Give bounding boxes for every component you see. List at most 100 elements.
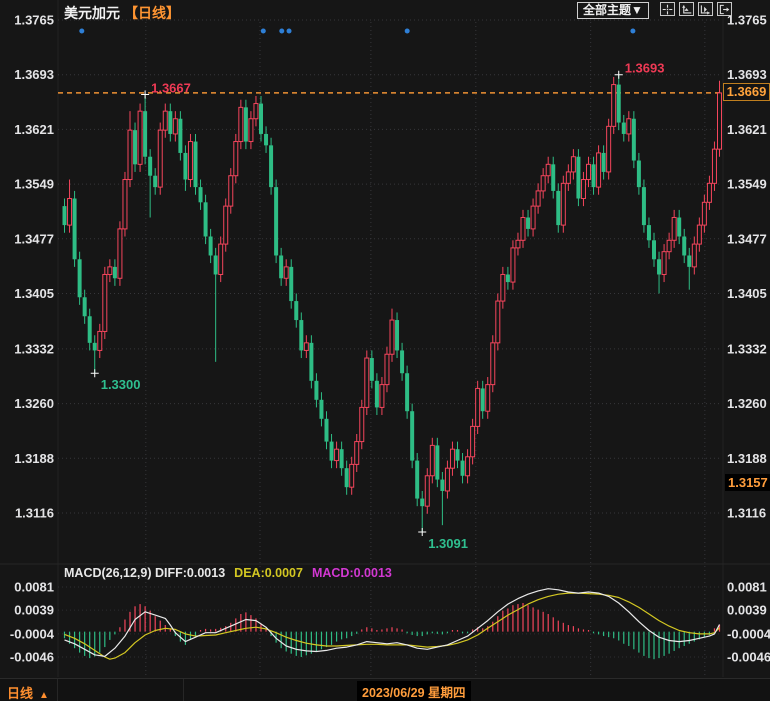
- trading-chart-app: 1.33001.36671.30911.36931.37651.37651.36…: [0, 0, 770, 701]
- candle-body: [289, 267, 293, 301]
- candle-body: [355, 442, 359, 465]
- candle-body: [667, 240, 671, 251]
- candle-body: [697, 225, 701, 244]
- axis-scale-left-button[interactable]: [679, 2, 694, 16]
- candle-body: [194, 142, 198, 188]
- axis-tick-label: -0.0004: [10, 626, 55, 641]
- symbol-title: 美元加元: [64, 5, 120, 21]
- candle-body: [511, 248, 515, 282]
- axis-scale-right-button[interactable]: [698, 2, 713, 16]
- candle-body: [561, 183, 565, 225]
- candle-body: [526, 218, 530, 229]
- timeframe-label: 日线: [7, 686, 33, 701]
- event-dot-icon: [287, 29, 292, 34]
- crosshair-move-button[interactable]: [660, 2, 675, 16]
- candle-body: [158, 130, 162, 187]
- candle-body: [365, 358, 369, 407]
- candle-body: [652, 240, 656, 259]
- candle-body: [224, 206, 228, 244]
- candle-body: [73, 199, 77, 260]
- low-marker-label: 1.3300: [101, 377, 141, 392]
- macd-indicator-header[interactable]: MACD(26,12,9) DIFF:0.0013DEA:0.0007MACD:…: [64, 566, 392, 580]
- event-dot-icon: [261, 29, 266, 34]
- candle-body: [486, 385, 490, 412]
- candle-body: [531, 206, 535, 229]
- candle-body: [385, 354, 389, 384]
- candle-body: [456, 449, 460, 460]
- candle-body: [123, 180, 127, 229]
- candle-body: [612, 85, 616, 127]
- axis-tick-label: 1.3549: [14, 177, 54, 192]
- candle-body: [148, 157, 152, 176]
- candle-body: [209, 236, 213, 255]
- axis-tick-label: -0.0046: [10, 650, 54, 665]
- candle-body: [319, 400, 323, 419]
- macd-dea-label: DEA:0.0007: [234, 566, 303, 580]
- candle-body: [642, 187, 646, 225]
- candle-body: [566, 172, 570, 183]
- candle-body: [415, 461, 419, 499]
- candle-body: [244, 107, 248, 141]
- candle-body: [466, 457, 470, 476]
- event-dot-icon: [405, 29, 410, 34]
- candle-body: [617, 85, 621, 123]
- timeframe-switcher[interactable]: 日线 ▲: [7, 683, 49, 701]
- last-price-badge: 1.3669: [723, 83, 770, 101]
- candle-body: [546, 164, 550, 175]
- candle-body: [249, 119, 253, 142]
- candle-body: [93, 343, 97, 351]
- candle-body: [476, 388, 480, 426]
- candle-body: [239, 107, 243, 141]
- macd-main-label: MACD(26,12,9) DIFF:0.0013: [64, 566, 225, 580]
- candle-body: [581, 180, 585, 199]
- candle-body: [178, 119, 182, 153]
- candle-body: [602, 153, 606, 172]
- axis-tick-label: 1.3188: [727, 451, 767, 466]
- candle-body: [375, 381, 379, 408]
- candle-body: [340, 449, 344, 468]
- event-dot-icon: [630, 29, 635, 34]
- axis-scale-left-icon: [681, 4, 692, 15]
- candle-body: [83, 297, 87, 316]
- candle-body: [471, 426, 475, 456]
- candle-body: [370, 358, 374, 381]
- theme-selector-dropdown[interactable]: 全部主题▼: [577, 2, 649, 19]
- candle-body: [587, 164, 591, 179]
- candle-body: [551, 164, 555, 191]
- candle-body: [335, 449, 339, 460]
- candle-body: [309, 343, 313, 381]
- candle-body: [556, 191, 560, 225]
- candle-body: [461, 461, 465, 476]
- event-dot-icon: [79, 29, 84, 34]
- axis-tick-label: -0.0046: [727, 650, 770, 665]
- timeframe-arrow-icon: ▲: [39, 690, 49, 701]
- candle-body: [536, 191, 540, 206]
- candle-body: [264, 134, 268, 145]
- crosshair-move-icon: [662, 4, 673, 15]
- pan-right-button[interactable]: [717, 2, 732, 16]
- candle-body: [128, 130, 132, 179]
- candle-body: [88, 316, 92, 343]
- crosshair-price-badge: 1.3157: [725, 474, 770, 491]
- candle-body: [712, 149, 716, 183]
- symbol-header: 美元加元【日线】: [64, 3, 180, 23]
- axis-tick-label: 1.3260: [14, 396, 54, 411]
- axis-tick-label: 1.3621: [727, 122, 767, 137]
- axis-scale-right-icon: [700, 4, 711, 15]
- high-marker-label: 1.3667: [151, 80, 191, 95]
- axis-tick-label: 1.3549: [727, 177, 767, 192]
- candle-body: [294, 301, 298, 320]
- candle-body: [622, 123, 626, 134]
- candle-body: [481, 388, 485, 411]
- candle-body: [521, 218, 525, 241]
- axis-tick-label: 1.3116: [727, 506, 766, 521]
- pan-right-icon: [719, 4, 730, 15]
- axis-tick-label: 1.3765: [14, 13, 54, 28]
- candle-body: [440, 480, 444, 491]
- candle-body: [229, 176, 233, 206]
- price-chart-canvas[interactable]: 1.33001.36671.30911.36931.37651.37651.36…: [0, 0, 770, 701]
- candle-body: [672, 218, 676, 241]
- candle-body: [692, 244, 696, 267]
- candle-body: [269, 145, 273, 187]
- candle-body: [445, 468, 449, 491]
